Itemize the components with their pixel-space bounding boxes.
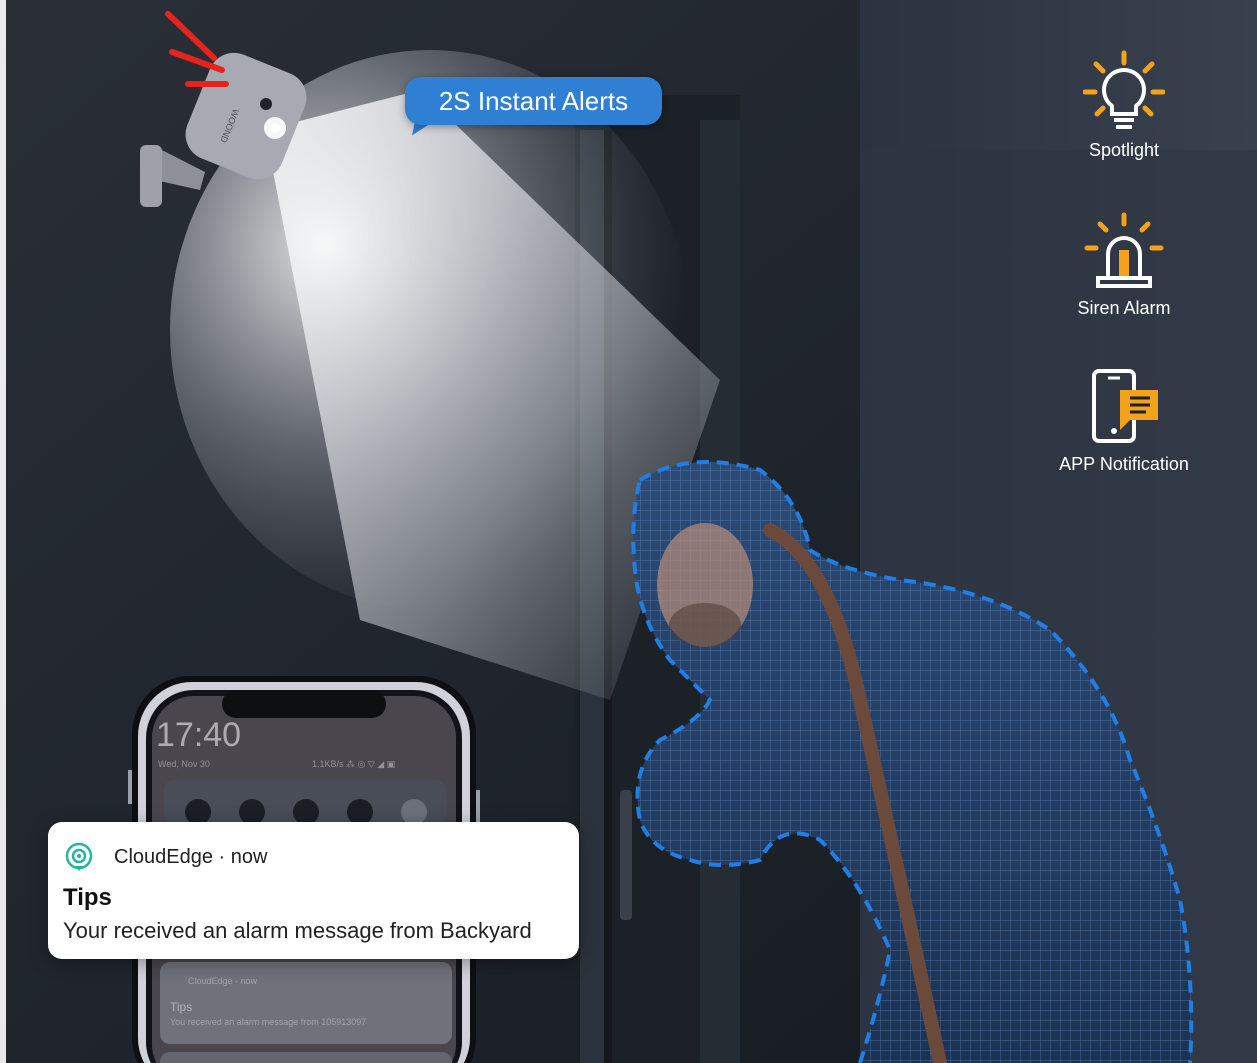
feature-app-notification: APP Notification xyxy=(1024,368,1224,475)
feature-label: Spotlight xyxy=(1088,140,1160,160)
cloudedge-app-icon xyxy=(65,842,93,871)
lightbulb-icon xyxy=(1083,50,1165,129)
phone-notification-title: Tips xyxy=(170,1000,193,1014)
feature-label: APP Notification xyxy=(1059,454,1189,474)
phone-status-bar: 1.1KB/s ⁂ ◎ ▽ ◢ ▣ xyxy=(312,759,396,769)
notification-app-header: CloudEdge · now xyxy=(114,846,268,868)
feature-siren-alarm: Siren Alarm xyxy=(1024,212,1224,319)
phone-message-icon xyxy=(1092,369,1158,443)
feature-spotlight: Spotlight xyxy=(1024,50,1224,161)
notification-message: Your received an alarm message from Back… xyxy=(63,918,532,943)
phone-clock: 17:40 xyxy=(156,716,242,754)
phone-notification-message: You received an alarm message from 10591… xyxy=(170,1017,367,1027)
feature-label: Siren Alarm xyxy=(1077,298,1171,318)
push-notification-card[interactable]: CloudEdge · now Tips Your received an al… xyxy=(48,822,579,959)
notification-title: Tips xyxy=(63,884,112,911)
phone-notification-app: CloudEdge · now xyxy=(188,976,258,986)
phone-date: Wed, Nov 30 xyxy=(158,759,210,769)
instant-alert-bubble: 2S Instant Alerts xyxy=(405,77,662,125)
siren-icon xyxy=(1084,212,1164,288)
